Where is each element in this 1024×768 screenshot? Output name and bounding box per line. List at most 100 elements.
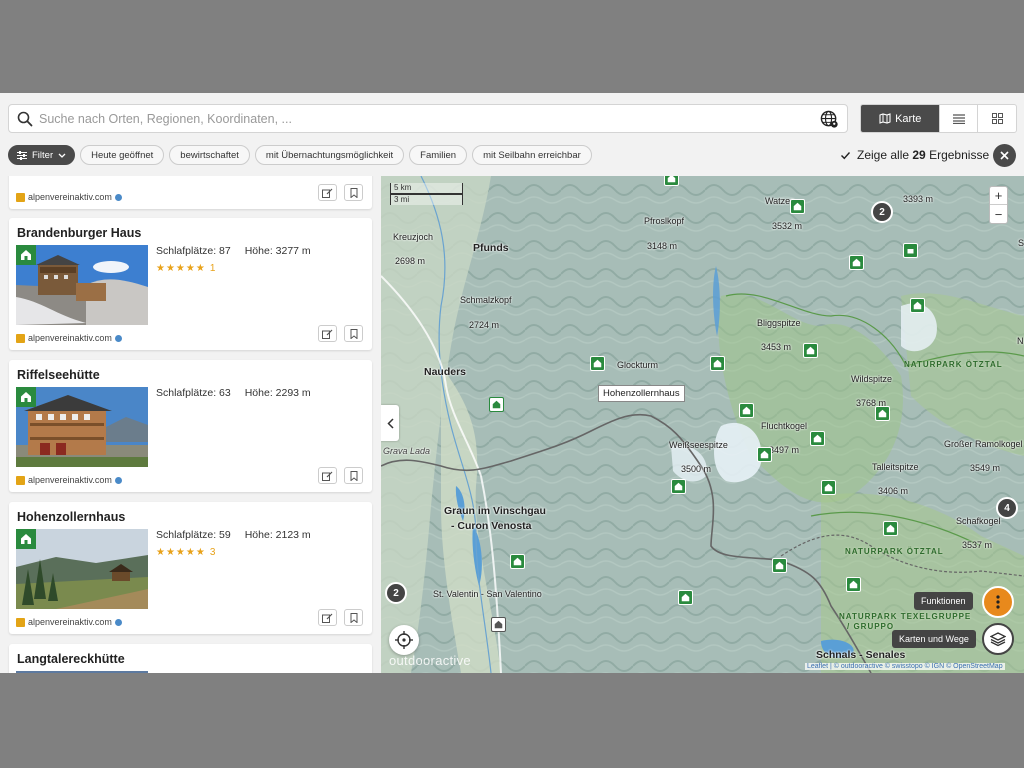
hut-marker[interactable] [883,521,898,536]
map-view-label: Karte [895,112,922,125]
bookmark-button[interactable] [344,609,363,626]
hut-marker[interactable] [849,255,864,270]
label-pfroslkopf: Pfroslkopf [644,216,685,226]
collapse-panel-button[interactable] [381,405,399,441]
hut-marker-closed[interactable] [491,617,506,632]
hut-marker[interactable] [821,480,836,495]
chip-bewirtschaftet[interactable]: bewirtschaftet [169,145,250,165]
hut-marker[interactable] [790,199,805,214]
hut-marker[interactable] [846,577,861,592]
card-photo[interactable] [16,671,148,673]
list-item[interactable]: Hohenzollernhaus Schlafplätze: 59 Höhe: … [9,502,372,634]
map-view-button[interactable]: Karte [861,105,941,132]
card-title[interactable]: Langtalereckhütte [17,652,125,666]
bookmark-button[interactable] [344,184,363,201]
bookmark-button[interactable] [344,467,363,484]
hut-marker[interactable] [772,558,787,573]
hut-marker[interactable] [810,431,825,446]
hut-marker[interactable] [664,176,679,186]
card-photo[interactable] [16,529,148,609]
list-view-button[interactable] [940,105,979,132]
chip-uebernachtung[interactable]: mit Übernachtungsmöglichkeit [254,145,405,165]
show-all-prefix: Zeige alle [857,148,910,162]
card-title[interactable]: Hohenzollernhaus [17,510,125,524]
label-ramolkogel-height: 3549 m [970,463,1001,473]
edit-list-icon [322,329,333,339]
verified-icon [114,193,122,201]
add-to-list-button[interactable] [318,325,337,342]
hut-marker[interactable] [739,403,754,418]
zoom-out-button[interactable]: − [990,205,1007,223]
hut-marker[interactable] [803,343,818,358]
checkmark-icon[interactable] [840,150,851,161]
globe-location-icon[interactable] [820,110,839,129]
add-to-list-button[interactable] [318,609,337,626]
list-item-partial[interactable]: alpenvereinaktiv.com [9,176,372,209]
map-view[interactable]: 5 km 3 mi Kreuzjoch 2698 m Pfunds Pfrosl… [381,176,1024,673]
card-photo[interactable] [16,387,148,467]
card-title[interactable]: Brandenburger Haus [17,226,141,240]
search-input[interactable] [39,109,809,129]
zoom-in-button[interactable]: + [990,187,1007,205]
chip-heute-geoeffnet[interactable]: Heute geöffnet [80,145,165,165]
sliders-icon [17,150,27,160]
show-all-toggle[interactable]: Zeige alle 29 Ergebnisse [840,145,989,165]
results-list[interactable]: alpenvereinaktiv.com Brandenburger Haus [0,176,381,673]
hut-marker-hohenzollernhaus[interactable] [590,356,605,371]
hut-icon [813,434,822,443]
hut-marker[interactable] [903,243,918,258]
filter-button[interactable]: Filter [8,145,76,165]
card-beds: Schlafplätze: 87 [156,245,231,257]
hut-icon [742,406,751,415]
close-button[interactable] [993,144,1016,167]
show-all-text: Zeige alle 29 Ergebnisse [857,148,989,162]
cluster-marker[interactable]: 2 [871,201,893,223]
map-layers-button[interactable] [982,623,1014,655]
hut-marker[interactable] [757,447,772,462]
bookmark-icon [350,470,357,481]
label-grava-lada: Grava Lada [383,446,431,456]
hut-marker[interactable] [875,406,890,421]
label-edge-s: S [1018,238,1024,248]
hut-icon [793,202,802,211]
card-beds: Schlafplätze: 59 [156,529,231,541]
add-to-list-button[interactable] [318,184,337,201]
hut-icon [806,346,815,355]
card-title[interactable]: Riffelseehütte [17,368,100,382]
card-height: Höhe: 2293 m [244,387,311,399]
source-text: alpenvereinaktiv.com [28,333,112,343]
locate-me-button[interactable] [389,625,419,655]
hut-icon [513,557,522,566]
hut-marker[interactable] [910,298,925,313]
grid-icon [991,113,1003,124]
bookmark-button[interactable] [344,325,363,342]
map-attribution[interactable]: Leaflet | © outdooractive © swisstopo © … [805,663,1005,670]
hut-icon [913,301,922,310]
grid-view-button[interactable] [978,105,1016,132]
functions-button[interactable] [982,586,1014,618]
label-fluchtkogel: Fluchtkogel [761,421,808,431]
hut-icon [667,176,676,183]
hut-marker[interactable] [671,479,686,494]
add-to-list-button[interactable] [318,467,337,484]
label-gruppo: / GRUPPO [847,622,895,631]
cluster-marker[interactable]: 2 [385,582,407,604]
hut-marker[interactable] [489,397,504,412]
card-photo[interactable] [16,245,148,325]
list-item[interactable]: Riffelseehütte Schlafplätze: 63 Höhe: 22… [9,360,372,492]
hut-marker[interactable] [710,356,725,371]
cluster-marker[interactable]: 4 [996,497,1018,519]
chip-familien[interactable]: Familien [409,145,468,165]
hut-marker[interactable] [678,590,693,605]
source-text: alpenvereinaktiv.com [28,617,112,627]
verified-icon [114,334,122,342]
chip-seilbahn[interactable]: mit Seilbahn erreichbar [472,145,592,165]
bookmark-icon [350,612,357,623]
search-bar[interactable] [8,104,848,133]
card-actions [318,609,363,626]
hut-marker[interactable] [510,554,525,569]
list-item[interactable]: Brandenburger Haus Schlafplätze: 87 Höhe… [9,218,372,350]
hut-icon [849,580,858,589]
zoom-control: + − [989,186,1008,224]
list-item[interactable]: Langtalereckhütte [9,644,372,673]
